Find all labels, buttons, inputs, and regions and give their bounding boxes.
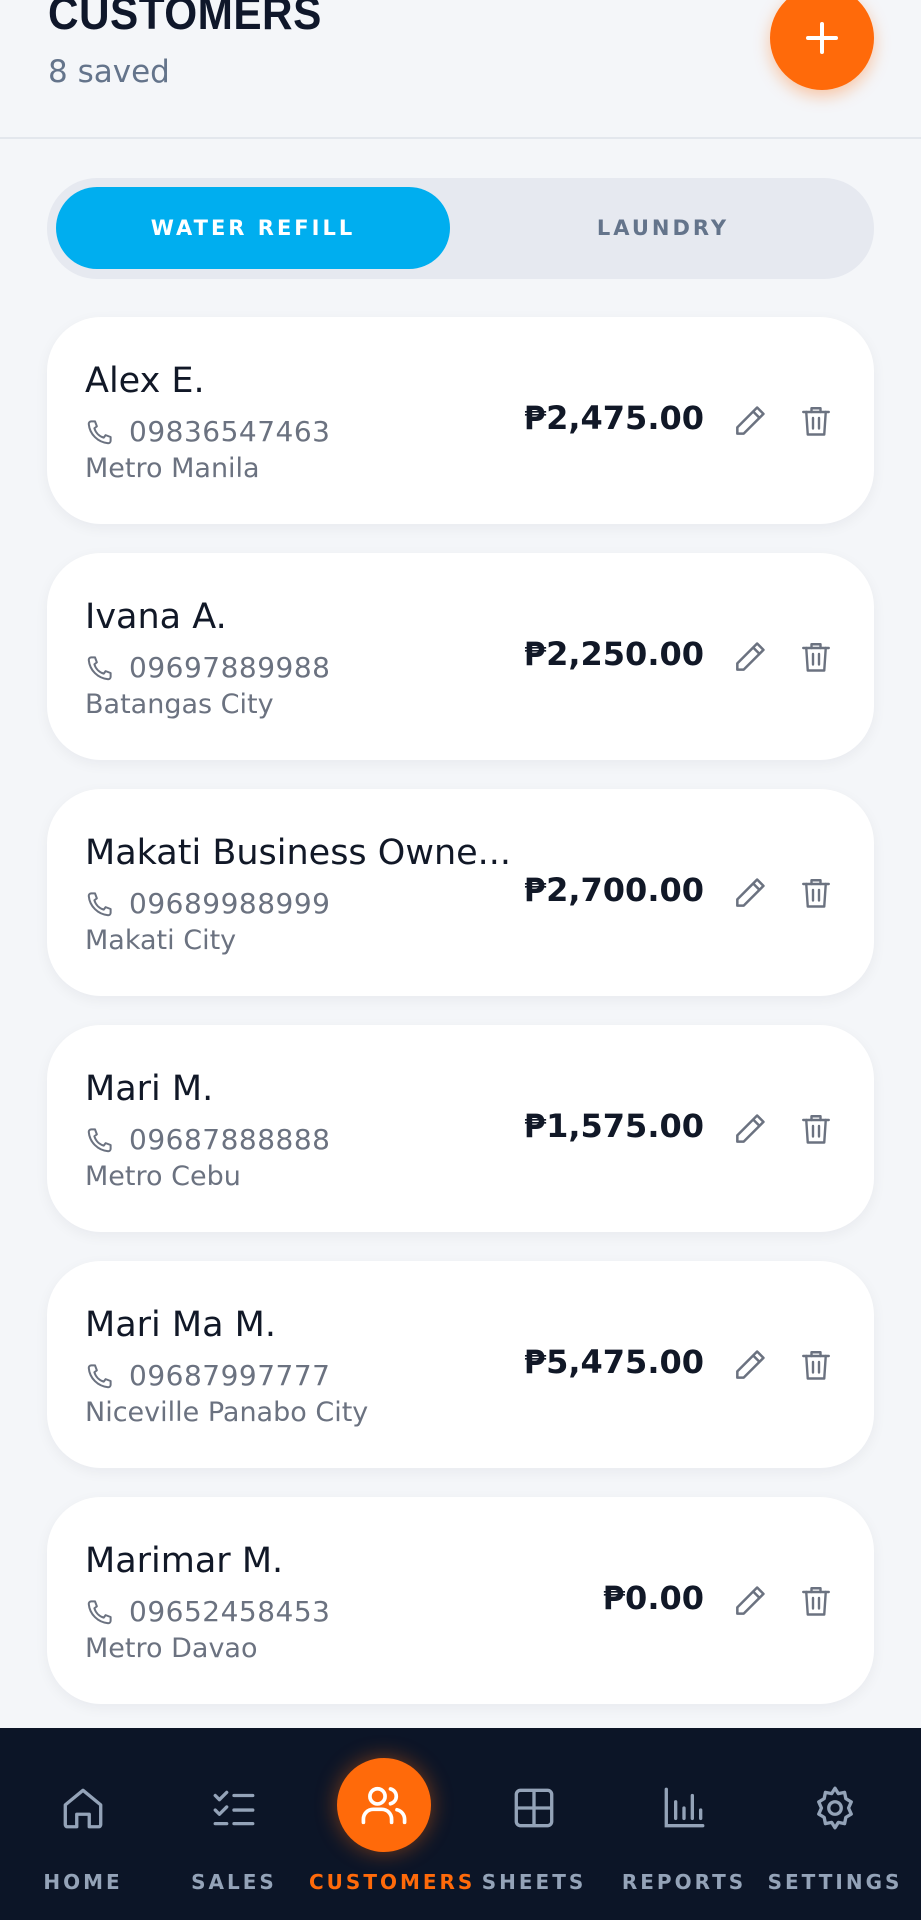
edit-button[interactable] bbox=[730, 873, 770, 913]
nav-label: REPORTS bbox=[621, 1870, 747, 1894]
bottom-nav: HOME SALES CUSTOMERS SHEETS REPORTS SETT… bbox=[0, 1728, 921, 1920]
customer-phone-row: 09697889988 bbox=[85, 651, 330, 684]
customer-balance: ₱2,475.00 bbox=[523, 399, 704, 437]
nav-label: CUSTOMERS bbox=[309, 1870, 476, 1894]
bar-chart-icon bbox=[658, 1782, 710, 1834]
trash-icon bbox=[802, 879, 830, 908]
customer-location: Metro Cebu bbox=[85, 1161, 241, 1192]
grid-icon bbox=[508, 1782, 560, 1834]
edit-button[interactable] bbox=[730, 1581, 770, 1621]
customer-location: Metro Davao bbox=[85, 1633, 258, 1664]
pencil-icon bbox=[736, 642, 765, 671]
plus-icon bbox=[806, 22, 838, 54]
nav-label: SETTINGS bbox=[767, 1870, 903, 1894]
nav-label: HOME bbox=[43, 1870, 123, 1894]
customer-phone-row: 09689988999 bbox=[85, 887, 330, 920]
trash-icon bbox=[802, 1587, 830, 1616]
customer-location: Niceville Panabo City bbox=[85, 1397, 369, 1428]
edit-button[interactable] bbox=[730, 637, 770, 677]
nav-customers[interactable]: CUSTOMERS bbox=[309, 1728, 476, 1920]
saved-count: 8 saved bbox=[48, 54, 170, 90]
customer-phone-row: 09652458453 bbox=[85, 1595, 330, 1628]
delete-button[interactable] bbox=[796, 873, 836, 913]
edit-button[interactable] bbox=[730, 1109, 770, 1149]
customer-balance: ₱1,575.00 bbox=[523, 1107, 704, 1145]
customer-balance: ₱0.00 bbox=[602, 1579, 704, 1617]
phone-icon bbox=[85, 1125, 115, 1155]
customer-name: Marimar M. bbox=[85, 1541, 284, 1581]
customer-name: Mari M. bbox=[85, 1069, 214, 1109]
delete-button[interactable] bbox=[796, 1581, 836, 1621]
customer-balance: ₱5,475.00 bbox=[523, 1343, 704, 1381]
customer-card[interactable]: Mari Ma M. 09687997777 Niceville Panabo … bbox=[47, 1261, 874, 1468]
customer-location: Batangas City bbox=[85, 689, 274, 720]
trash-icon bbox=[802, 1351, 830, 1380]
checklist-icon bbox=[208, 1782, 260, 1834]
pencil-icon bbox=[736, 406, 765, 435]
customer-card[interactable]: Marimar M. 09652458453 Metro Davao ₱0.00 bbox=[47, 1497, 874, 1704]
tab-water-refill[interactable]: WATER REFILL bbox=[56, 187, 450, 269]
pencil-icon bbox=[736, 1350, 765, 1379]
nav-home[interactable]: HOME bbox=[8, 1728, 158, 1920]
add-customer-button[interactable] bbox=[770, 0, 874, 90]
customer-card[interactable]: Ivana A. 09697889988 Batangas City ₱2,25… bbox=[47, 553, 874, 760]
customer-name: Ivana A. bbox=[85, 597, 227, 637]
customer-card[interactable]: Makati Business Owne... 09689988999 Maka… bbox=[47, 789, 874, 996]
nav-reports[interactable]: REPORTS bbox=[609, 1728, 759, 1920]
nav-label: SALES bbox=[191, 1870, 277, 1894]
customer-phone: 09687888888 bbox=[129, 1123, 331, 1156]
edit-button[interactable] bbox=[730, 401, 770, 441]
app-header: CUSTOMERS 8 saved bbox=[0, 0, 921, 139]
customer-phone: 09697889988 bbox=[129, 651, 331, 684]
business-type-toggle: WATER REFILL LAUNDRY bbox=[47, 178, 874, 279]
customer-phone: 09689988999 bbox=[129, 887, 331, 920]
customer-phone-row: 09687997777 bbox=[85, 1359, 330, 1392]
edit-button[interactable] bbox=[730, 1345, 770, 1385]
page-title: CUSTOMERS bbox=[48, 0, 322, 39]
phone-icon bbox=[85, 417, 115, 447]
home-icon bbox=[57, 1782, 109, 1834]
delete-button[interactable] bbox=[796, 1345, 836, 1385]
customer-phone: 09687997777 bbox=[129, 1359, 331, 1392]
nav-settings[interactable]: SETTINGS bbox=[760, 1728, 910, 1920]
nav-label: SHEETS bbox=[481, 1870, 587, 1894]
pencil-icon bbox=[736, 1586, 765, 1615]
users-icon bbox=[361, 1786, 407, 1825]
trash-icon bbox=[802, 1115, 830, 1144]
phone-icon bbox=[85, 889, 115, 919]
customer-phone-row: 09836547463 bbox=[85, 415, 330, 448]
customer-name: Makati Business Owne... bbox=[85, 833, 512, 873]
customer-balance: ₱2,700.00 bbox=[523, 871, 704, 909]
nav-sheets[interactable]: SHEETS bbox=[459, 1728, 609, 1920]
active-indicator bbox=[337, 1758, 431, 1852]
customer-card[interactable]: Mari M. 09687888888 Metro Cebu ₱1,575.00 bbox=[47, 1025, 874, 1232]
trash-icon bbox=[802, 407, 830, 436]
phone-icon bbox=[85, 1361, 115, 1391]
phone-icon bbox=[85, 1597, 115, 1627]
customer-card[interactable]: Alex E. 09836547463 Metro Manila ₱2,475.… bbox=[47, 317, 874, 524]
customer-phone: 09652458453 bbox=[129, 1595, 331, 1628]
gear-icon bbox=[809, 1782, 861, 1834]
customer-balance: ₱2,250.00 bbox=[523, 635, 704, 673]
customer-location: Metro Manila bbox=[85, 453, 260, 484]
delete-button[interactable] bbox=[796, 1109, 836, 1149]
customer-phone-row: 09687888888 bbox=[85, 1123, 330, 1156]
trash-icon bbox=[802, 643, 830, 672]
nav-sales[interactable]: SALES bbox=[159, 1728, 309, 1920]
customer-name: Mari Ma M. bbox=[85, 1305, 276, 1345]
phone-icon bbox=[85, 653, 115, 683]
customer-location: Makati City bbox=[85, 925, 237, 956]
customer-name: Alex E. bbox=[85, 361, 205, 401]
pencil-icon bbox=[736, 878, 765, 907]
delete-button[interactable] bbox=[796, 637, 836, 677]
delete-button[interactable] bbox=[796, 401, 836, 441]
customer-phone: 09836547463 bbox=[129, 415, 331, 448]
pencil-icon bbox=[736, 1114, 765, 1143]
tab-laundry[interactable]: LAUNDRY bbox=[461, 187, 865, 269]
